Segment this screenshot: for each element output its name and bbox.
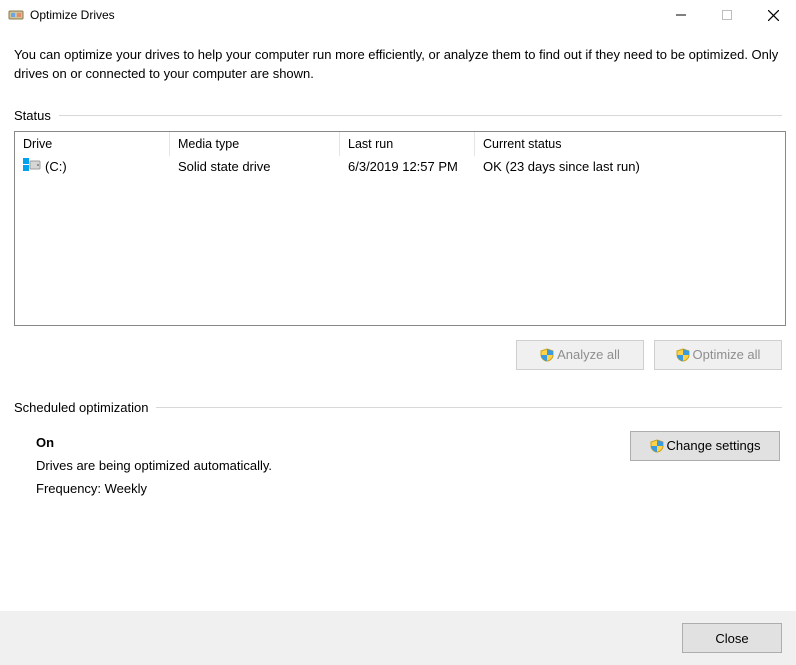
titlebar: Optimize Drives bbox=[0, 0, 796, 30]
sched-section-label: Scheduled optimization bbox=[14, 400, 156, 415]
sched-state: On bbox=[36, 431, 630, 454]
optimize-all-label: Optimize all bbox=[693, 347, 761, 362]
col-status[interactable]: Current status bbox=[475, 132, 785, 156]
shield-icon bbox=[540, 348, 554, 362]
drive-list-header: Drive Media type Last run Current status bbox=[15, 132, 785, 156]
close-window-button[interactable] bbox=[750, 0, 796, 30]
drive-icon bbox=[23, 158, 41, 175]
close-button[interactable]: Close bbox=[682, 623, 782, 653]
col-lastrun[interactable]: Last run bbox=[340, 132, 475, 156]
maximize-button bbox=[704, 0, 750, 30]
drive-name: (C:) bbox=[45, 159, 67, 174]
sched-desc: Drives are being optimized automatically… bbox=[36, 454, 630, 477]
shield-icon bbox=[650, 439, 664, 453]
status-section-header: Status bbox=[14, 108, 782, 123]
change-settings-label: Change settings bbox=[667, 438, 761, 453]
shield-icon bbox=[676, 348, 690, 362]
drive-media: Solid state drive bbox=[170, 159, 340, 174]
drive-row[interactable]: (C:) Solid state drive 6/3/2019 12:57 PM… bbox=[15, 156, 785, 178]
intro-text: You can optimize your drives to help you… bbox=[14, 46, 782, 84]
analyze-all-label: Analyze all bbox=[557, 347, 620, 362]
col-drive[interactable]: Drive bbox=[15, 132, 170, 156]
sched-section-header: Scheduled optimization bbox=[14, 400, 782, 415]
optimize-all-button: Optimize all bbox=[654, 340, 782, 370]
drive-lastrun: 6/3/2019 12:57 PM bbox=[340, 159, 475, 174]
col-media[interactable]: Media type bbox=[170, 132, 340, 156]
status-label: Status bbox=[14, 108, 59, 123]
close-label: Close bbox=[715, 631, 748, 646]
sched-freq: Frequency: Weekly bbox=[36, 477, 630, 500]
footer: Close bbox=[0, 611, 796, 665]
window-title: Optimize Drives bbox=[30, 8, 115, 22]
app-icon bbox=[8, 7, 24, 23]
change-settings-button[interactable]: Change settings bbox=[630, 431, 780, 461]
drive-list[interactable]: Drive Media type Last run Current status… bbox=[14, 131, 786, 326]
minimize-button[interactable] bbox=[658, 0, 704, 30]
drive-status: OK (23 days since last run) bbox=[475, 159, 785, 174]
analyze-all-button: Analyze all bbox=[516, 340, 644, 370]
